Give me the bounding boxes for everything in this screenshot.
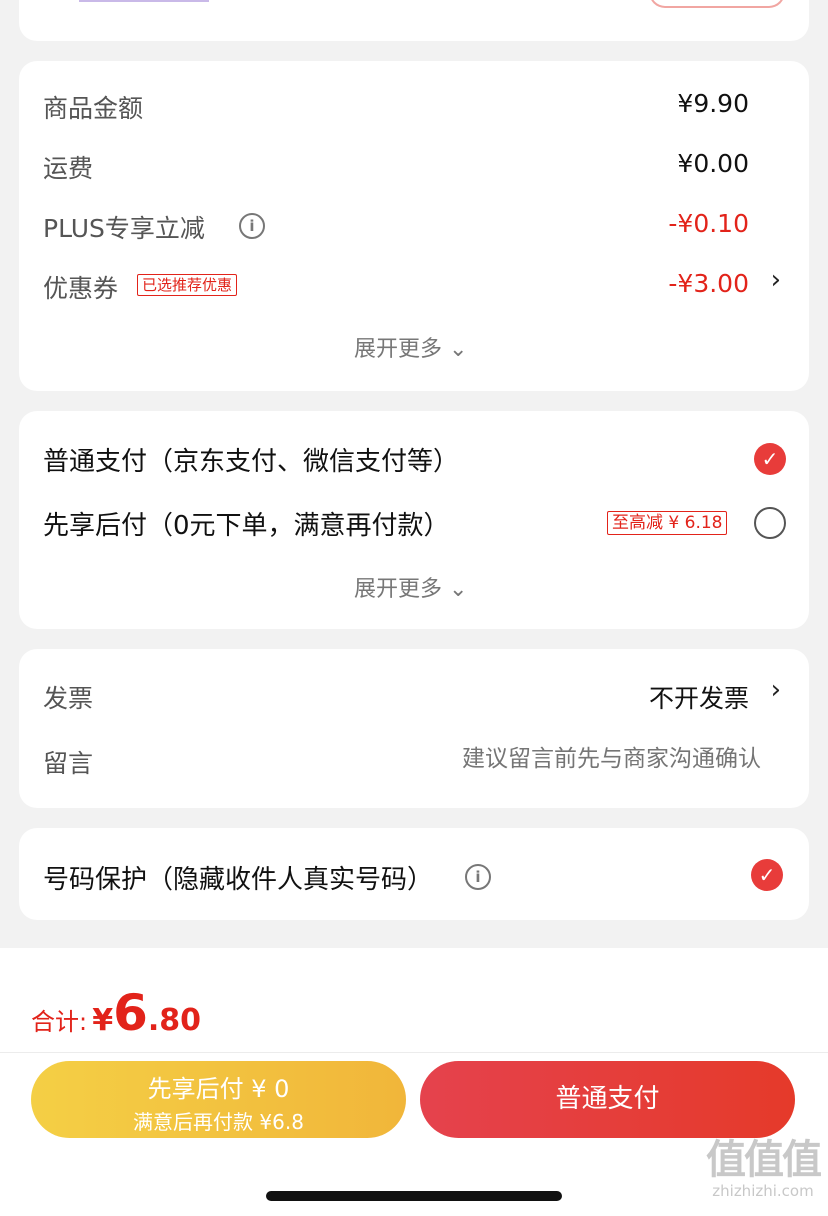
total-decimal: .80 bbox=[147, 1003, 202, 1038]
shipping-value: ¥0.00 bbox=[677, 149, 749, 178]
shipping-label: 运费 bbox=[43, 154, 94, 183]
price-summary-card: 商品金额 ¥9.90 运费 ¥0.00 PLUS专享立减 i -¥0.10 优惠… bbox=[19, 61, 809, 391]
expand-more-payment[interactable]: 展开更多 ⌄ bbox=[354, 571, 467, 603]
checkmark-selected-icon[interactable]: ✓ bbox=[754, 443, 786, 475]
expand-more-summary[interactable]: 展开更多 ⌄ bbox=[354, 331, 467, 363]
product-thumbnail-edge bbox=[79, 0, 209, 2]
pay-later-button-line2: 满意后再付款 ¥6.8 bbox=[133, 1110, 304, 1134]
chevron-right-icon[interactable]: › bbox=[771, 265, 781, 295]
goods-amount-value: ¥9.90 bbox=[677, 89, 749, 118]
payment-normal-label[interactable]: 普通支付（京东支付、微信支付等） bbox=[43, 441, 459, 478]
coupon-label: 优惠券 bbox=[43, 274, 119, 303]
total-integer: 6 bbox=[113, 984, 148, 1042]
info-icon[interactable]: i bbox=[465, 864, 491, 890]
watermark-logo: 值值值 zhizhizhi.com bbox=[706, 1137, 822, 1200]
coupon-recommended-badge: 已选推荐优惠 bbox=[137, 274, 238, 296]
normal-pay-button-label: 普通支付 bbox=[555, 1084, 660, 1114]
invoice-label: 发票 bbox=[43, 684, 94, 713]
watermark-mark: 值值值 bbox=[706, 1137, 822, 1183]
payment-pay-later-label[interactable]: 先享后付（0元下单，满意再付款） bbox=[43, 505, 450, 542]
home-indicator bbox=[266, 1191, 562, 1201]
message-input[interactable] bbox=[349, 741, 763, 777]
goods-amount-label: 商品金额 bbox=[43, 94, 144, 123]
invoice-value[interactable]: 不开发票 bbox=[649, 679, 749, 715]
pay-later-discount-badge: 至高减 ¥ 6.18 bbox=[607, 511, 728, 535]
message-label: 留言 bbox=[43, 749, 94, 778]
pay-later-button-line1: 先享后付 ¥ 0 bbox=[147, 1075, 290, 1103]
watermark-site: zhizhizhi.com bbox=[712, 1182, 814, 1200]
payment-method-card: 普通支付（京东支付、微信支付等） ✓ 先享后付（0元下单，满意再付款） 至高减 … bbox=[19, 411, 809, 629]
invoice-message-card: 发票 不开发票 › 留言 bbox=[19, 649, 809, 808]
total-price: 合计: ¥6.80 bbox=[31, 984, 201, 1042]
chevron-right-icon[interactable]: › bbox=[771, 675, 781, 705]
number-protection-card: 号码保护（隐藏收件人真实号码） i ✓ bbox=[19, 828, 809, 920]
total-label: 合计: bbox=[31, 1008, 88, 1036]
plus-discount-value: -¥0.10 bbox=[668, 209, 749, 238]
coupon-value[interactable]: -¥3.00 bbox=[668, 269, 749, 298]
plus-discount-label: PLUS专享立减 bbox=[43, 214, 205, 243]
info-icon[interactable]: i bbox=[239, 213, 265, 239]
footer-divider bbox=[0, 1052, 828, 1053]
radio-unselected-icon[interactable] bbox=[754, 507, 786, 539]
normal-pay-button[interactable]: 普通支付 bbox=[420, 1061, 795, 1138]
total-currency: ¥ bbox=[92, 1003, 114, 1038]
product-card-partial bbox=[19, 0, 809, 41]
checkmark-selected-icon[interactable]: ✓ bbox=[751, 859, 783, 891]
product-action-button-edge[interactable] bbox=[649, 0, 785, 8]
number-protection-label: 号码保护（隐藏收件人真实号码） bbox=[43, 865, 434, 895]
pay-later-button[interactable]: 先享后付 ¥ 0 满意后再付款 ¥6.8 bbox=[31, 1061, 406, 1138]
